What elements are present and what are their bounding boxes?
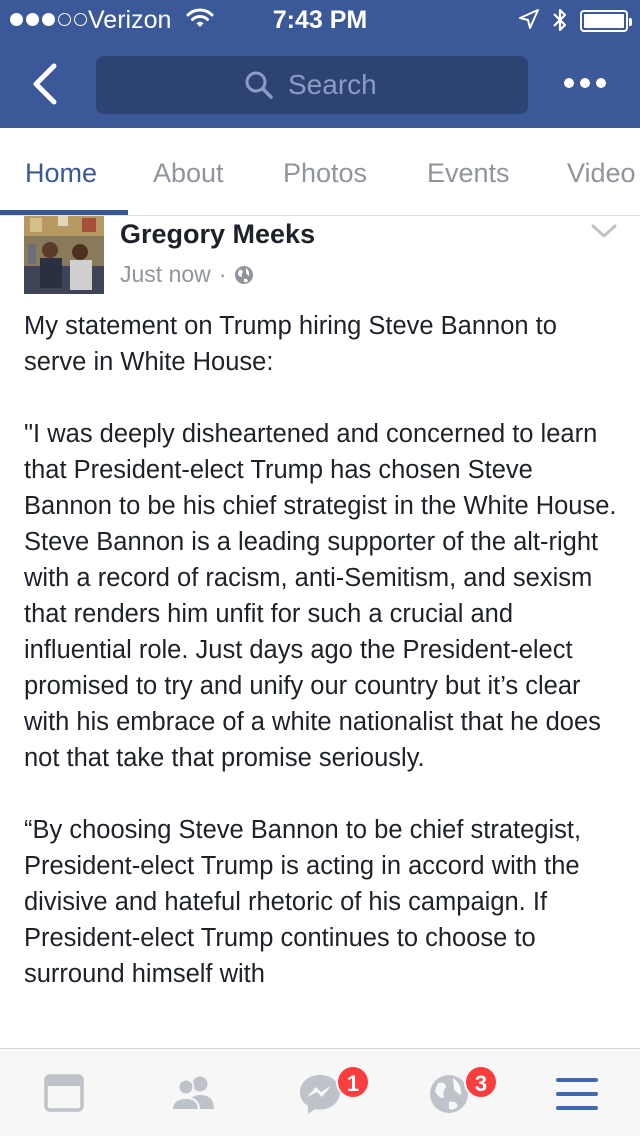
back-chevron-icon[interactable] <box>28 62 64 106</box>
bottom-tab-bar: 1 3 <box>0 1048 640 1136</box>
active-tab-indicator <box>0 210 128 215</box>
clock: 7:43 PM <box>272 6 368 34</box>
post-author[interactable]: Gregory Meeks <box>120 219 315 250</box>
tab-events[interactable]: Events <box>427 158 510 189</box>
avatar[interactable] <box>24 216 104 294</box>
globe-icon <box>235 265 254 284</box>
search-placeholder: Search <box>288 69 377 100</box>
search-input[interactable]: Search <box>96 56 528 114</box>
post-paragraph: "I was deeply disheartened and concerned… <box>24 420 617 772</box>
tab-home[interactable]: Home <box>25 158 97 189</box>
post-timestamp[interactable]: Just now <box>120 261 211 288</box>
chevron-down-icon[interactable] <box>590 222 618 240</box>
post: Gregory Meeks Just now · My statement on… <box>0 216 640 1048</box>
news-feed-icon[interactable] <box>44 1073 84 1113</box>
battery-icon <box>580 10 632 32</box>
tab-about[interactable]: About <box>153 158 224 189</box>
page-tabs: Home About Photos Events Video <box>0 128 640 216</box>
tab-video[interactable]: Video <box>567 158 636 189</box>
friends-icon[interactable] <box>170 1075 216 1111</box>
top-bar: Verizon 7:43 PM Search <box>0 0 640 128</box>
status-bar: Verizon 7:43 PM <box>0 0 640 40</box>
bluetooth-icon <box>553 8 567 32</box>
messenger-badge: 1 <box>336 1065 370 1099</box>
tab-photos[interactable]: Photos <box>283 158 367 189</box>
more-options-button[interactable] <box>564 78 606 88</box>
post-meta: Just now · <box>120 261 254 288</box>
meta-separator: · <box>218 261 227 287</box>
post-paragraph: My statement on Trump hiring Steve Banno… <box>24 312 557 376</box>
search-icon <box>245 71 273 99</box>
post-paragraph: “By choosing Steve Bannon to be chief st… <box>24 816 582 988</box>
notifications-badge: 3 <box>464 1065 498 1099</box>
location-arrow-icon <box>519 9 539 29</box>
post-body: My statement on Trump hiring Steve Banno… <box>24 308 624 1028</box>
menu-icon[interactable] <box>556 1077 598 1111</box>
